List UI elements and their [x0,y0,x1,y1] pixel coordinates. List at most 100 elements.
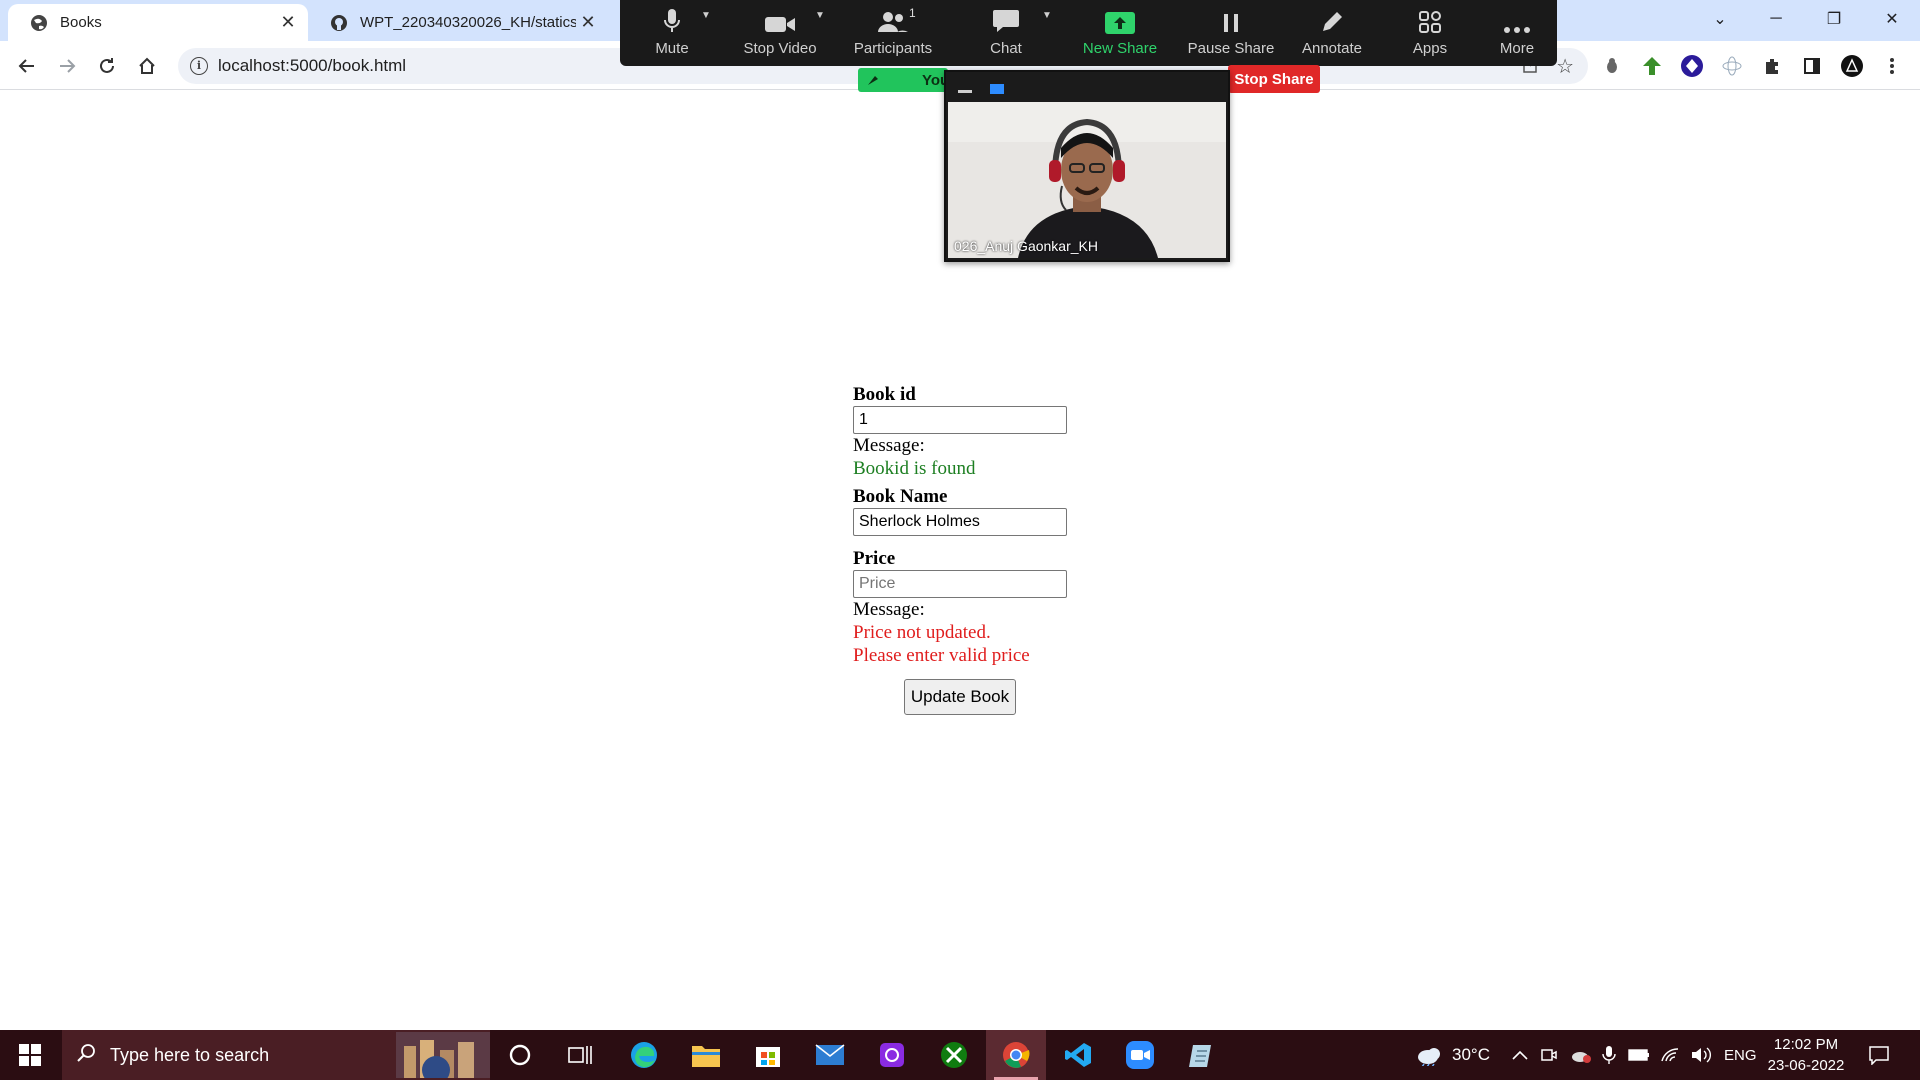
tab-github[interactable]: WPT_220340320026_KH/statics ✕ [308,4,608,41]
screen: Books ✕ WPT_220340320026_KH/statics ✕ ⌄ … [0,0,1920,1080]
book-form: Book id Message: Bookid is found Book Na… [853,384,1153,715]
file-explorer-icon[interactable] [676,1030,736,1080]
profile-avatar-icon[interactable] [1840,54,1864,78]
video-options-chevron-icon[interactable]: ▼ [815,10,825,21]
bookid-label: Book id [853,384,916,405]
language-indicator[interactable]: ENG [1724,1030,1757,1080]
stop-video-label: Stop Video [743,40,817,57]
html-extension-icon[interactable] [1640,54,1664,78]
close-tab-icon[interactable]: ✕ [576,11,600,35]
participants-icon [877,0,909,36]
apps-label: Apps [1412,40,1448,57]
search-placeholder: Type here to search [110,1044,270,1065]
onedrive-icon[interactable] [1570,1030,1592,1080]
tab-title: Books [60,14,102,31]
annotate-label: Annotate [1301,40,1363,57]
annotate-button[interactable]: Annotate [1282,0,1382,66]
mute-label: Mute [655,40,689,57]
chat-icon [992,0,1020,36]
minimize-icon[interactable]: ─ [1748,0,1804,38]
notifications-icon[interactable] [1868,1030,1890,1080]
more-dots-icon [1503,0,1531,36]
minimize-video-icon[interactable] [958,90,972,93]
windows-start-icon[interactable] [0,1030,60,1080]
battery-icon[interactable] [1628,1030,1650,1080]
url-text: localhost:5000/book.html [218,56,407,75]
chat-label: Chat [990,40,1022,57]
microphone-tray-icon[interactable] [1602,1030,1616,1080]
screen-share-icon [868,76,878,85]
bookid-message: Bookid is found [853,458,976,479]
participants-count: 1 [909,6,916,20]
app-icon[interactable] [862,1030,922,1080]
cortana-icon[interactable] [490,1030,550,1080]
zoom-icon[interactable] [1110,1030,1170,1080]
price-message-label: Message: [853,599,925,620]
more-button[interactable]: More [1467,0,1567,66]
chat-options-chevron-icon[interactable]: ▼ [1042,10,1052,21]
restore-icon[interactable]: ❐ [1806,0,1862,38]
price-input[interactable] [853,570,1067,598]
video-thumbnail[interactable]: 026_Anuj Gaonkar_KH [944,70,1230,262]
stop-share-button[interactable]: Stop Share [1228,65,1320,93]
price-label: Price [853,548,896,569]
bookid-input[interactable] [853,406,1067,434]
side-panel-icon[interactable] [1800,54,1824,78]
wifi-icon[interactable] [1660,1030,1680,1080]
apps-icon [1418,0,1442,36]
participants-button[interactable]: Participants [843,0,943,66]
view-toggle-icon[interactable] [990,84,1004,94]
vscode-icon[interactable] [1048,1030,1108,1080]
close-tab-icon[interactable]: ✕ [276,11,300,35]
chrome-icon[interactable] [986,1030,1046,1080]
browser-menu-icon[interactable] [1880,54,1904,78]
bookname-input[interactable] [853,508,1067,536]
diamond-extension-icon[interactable] [1680,54,1704,78]
pause-share-label: Pause Share [1187,40,1275,57]
mute-options-chevron-icon[interactable]: ▼ [701,10,711,21]
github-icon [330,14,348,32]
search-highlight-illustration-icon [396,1032,490,1080]
task-view-icon[interactable] [550,1030,610,1080]
window-close-icon[interactable]: ✕ [1864,0,1920,38]
edge-icon[interactable] [614,1030,674,1080]
windows-taskbar: Type here to search 30°C ENG 12:02 PM 23… [0,1030,1920,1080]
show-hidden-icons-chevron-icon[interactable] [1512,1030,1528,1080]
new-share-button[interactable]: New Share [1070,0,1170,66]
zoom-toolbar: Mute ▼ Stop Video ▼ Participants 1 Chat … [620,0,1557,66]
store-icon[interactable] [738,1030,798,1080]
home-icon[interactable] [131,50,163,82]
more-label: More [1499,40,1535,57]
video-panel-header [946,72,1228,102]
search-icon [76,1043,96,1068]
reload-icon[interactable] [91,50,123,82]
participant-name: 026_Anuj Gaonkar_KH [954,238,1098,254]
mail-icon[interactable] [800,1030,860,1080]
meet-now-icon[interactable] [1540,1030,1558,1080]
tab-books[interactable]: Books ✕ [8,4,308,41]
bug-extension-icon[interactable] [1600,54,1624,78]
apps-button[interactable]: Apps [1380,0,1480,66]
react-extension-icon[interactable] [1720,54,1744,78]
weather-widget[interactable]: 30°C [1414,1030,1490,1080]
forward-icon[interactable] [51,50,83,82]
tab-search-chevron-icon[interactable]: ⌄ [1692,0,1748,38]
volume-icon[interactable] [1690,1030,1712,1080]
bookid-message-label: Message: [853,435,925,456]
clock[interactable]: 12:02 PM 23-06-2022 [1760,1034,1852,1076]
taskbar-search-box[interactable]: Type here to search [62,1030,490,1080]
pause-share-button[interactable]: Pause Share [1181,0,1281,66]
tab-title: WPT_220340320026_KH/statics [360,14,576,31]
xbox-icon[interactable] [924,1030,984,1080]
video-camera-icon [764,0,796,36]
cloud-weather-icon [1418,1048,1440,1066]
notepad-icon[interactable] [1172,1030,1232,1080]
clock-date: 23-06-2022 [1767,1057,1845,1074]
chat-button[interactable]: Chat [956,0,1056,66]
update-book-button[interactable]: Update Book [904,679,1016,715]
globe-icon [30,14,48,32]
back-icon[interactable] [11,50,43,82]
extensions-puzzle-icon[interactable] [1760,54,1784,78]
site-info-icon[interactable]: i [190,57,208,75]
new-share-label: New Share [1082,40,1158,57]
